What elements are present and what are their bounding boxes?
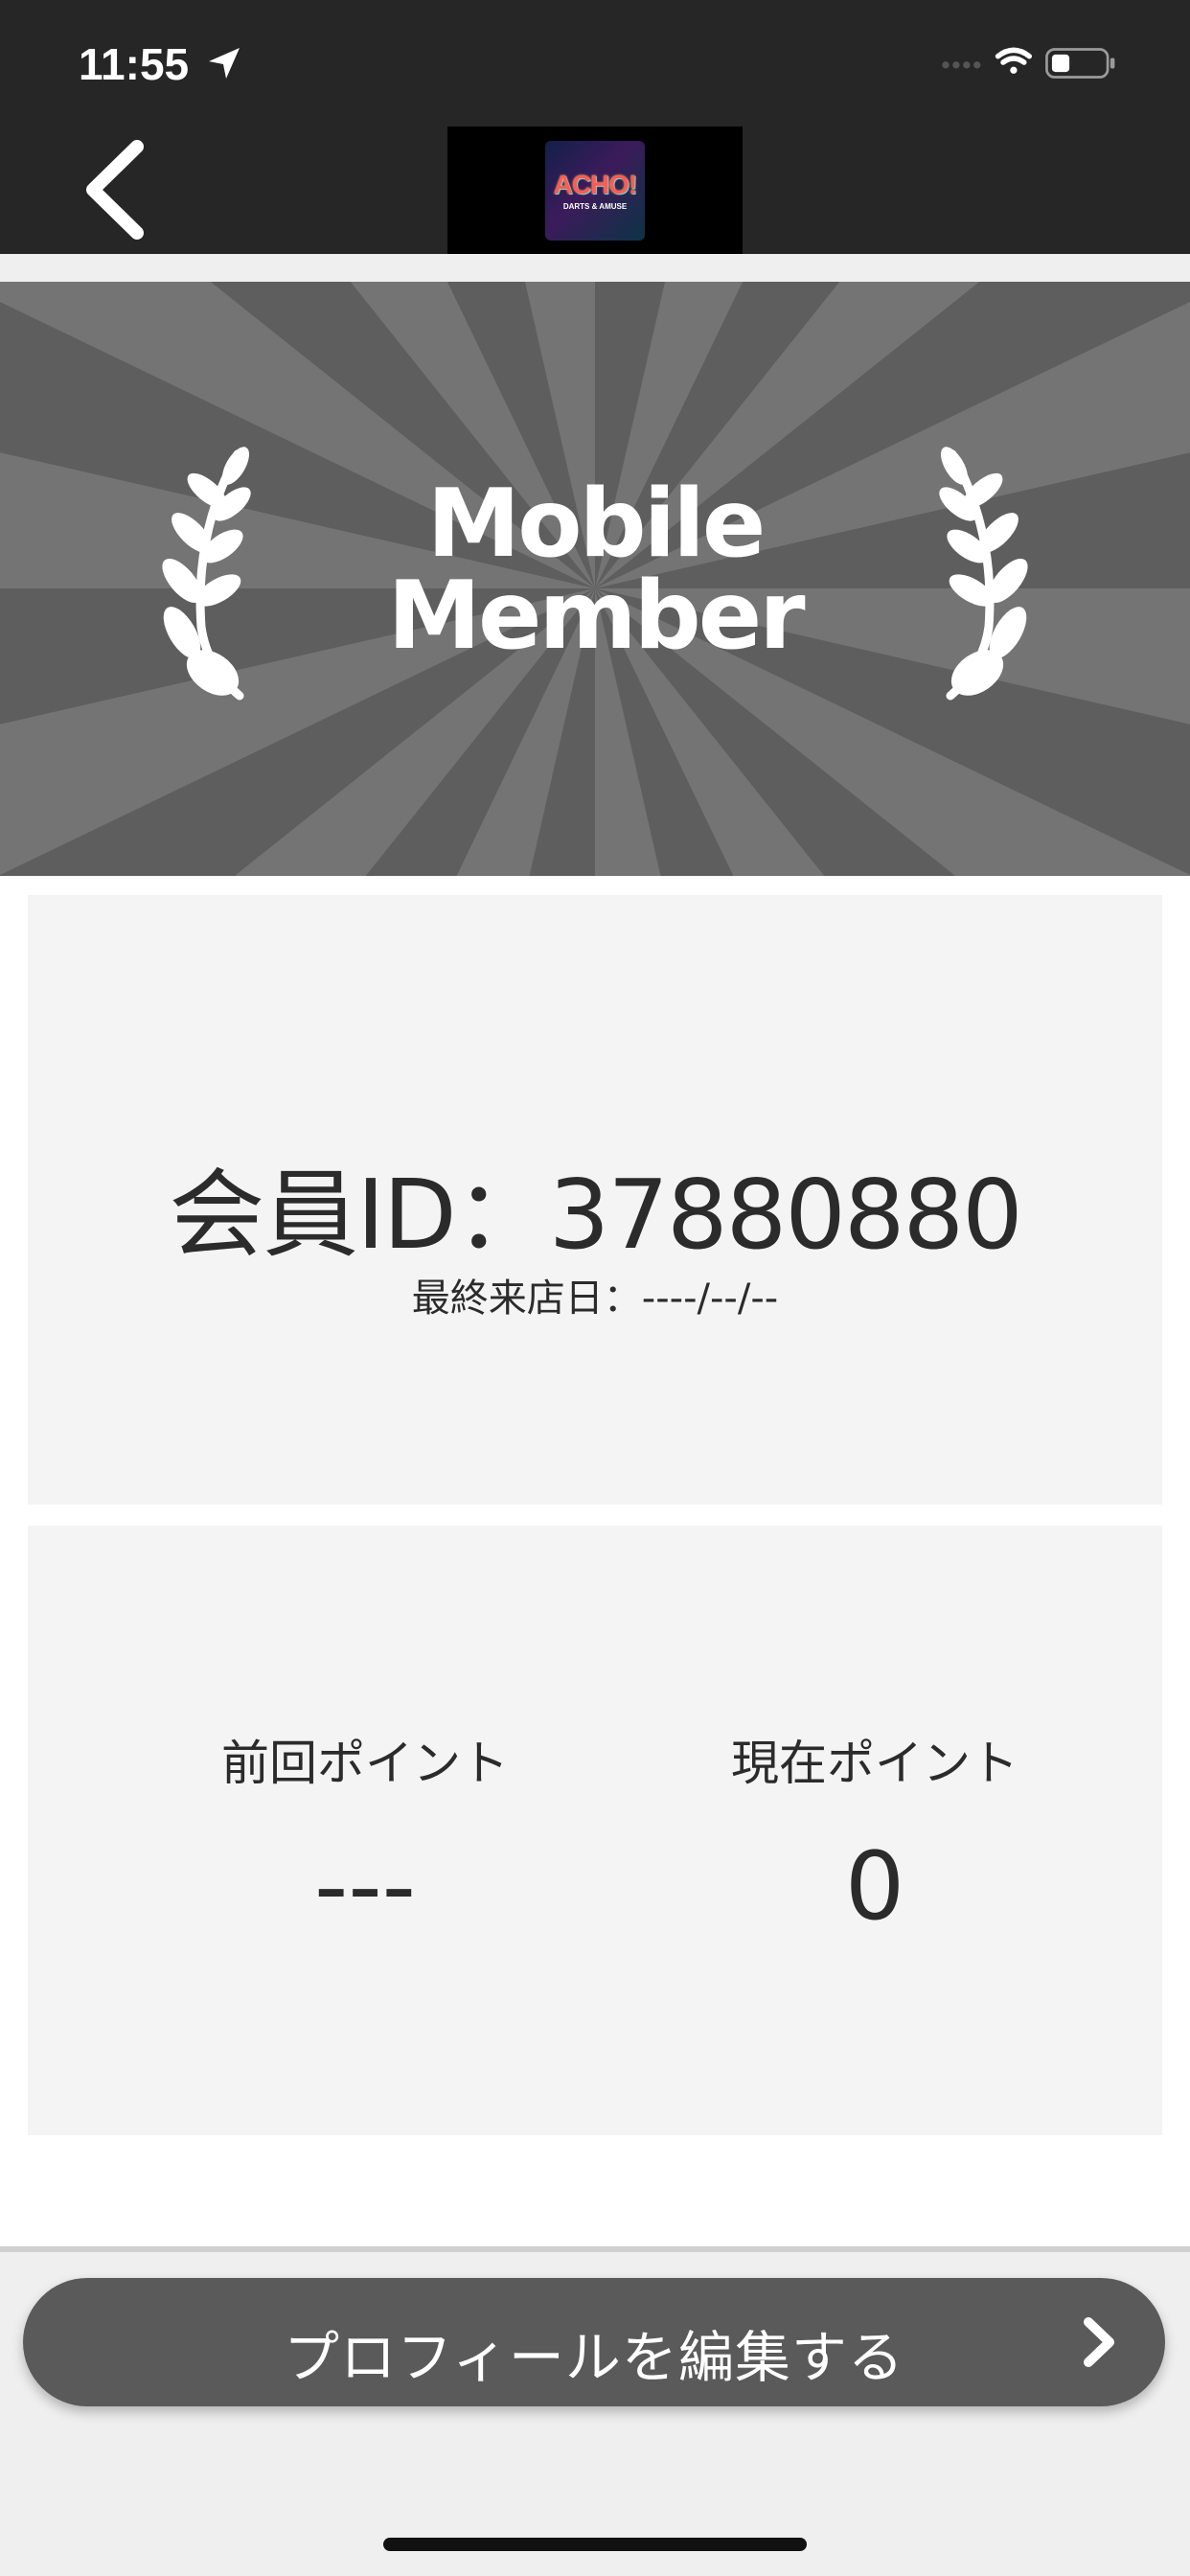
location-arrow-icon xyxy=(209,48,240,79)
battery-icon xyxy=(1045,48,1115,79)
member-id-card: 会員ID：37880880 最終来店日：----/--/-- xyxy=(28,895,1162,1505)
edit-profile-label: プロフィールを編集する xyxy=(284,2325,904,2390)
back-button[interactable] xyxy=(81,134,177,244)
member-info-area: 会員ID：37880880 最終来店日：----/--/-- 前回ポイント --… xyxy=(0,876,1190,2249)
member-banner: Mobile Member xyxy=(0,282,1190,876)
points-card: 前回ポイント --- 現在ポイント 0 xyxy=(28,1526,1162,2135)
previous-points: 前回ポイント --- xyxy=(164,1725,566,1942)
previous-points-value: --- xyxy=(313,1832,417,1942)
status-time: 11:55 xyxy=(79,39,190,89)
current-points-value: 0 xyxy=(844,1832,905,1942)
edit-profile-button[interactable]: プロフィールを編集する xyxy=(23,2278,1165,2406)
status-bar: 11:55 xyxy=(0,0,1190,125)
logo-subtitle: DARTS & AMUSE xyxy=(562,202,628,211)
current-points-label: 現在ポイント xyxy=(731,1736,1018,1791)
chevron-left-icon xyxy=(86,139,144,240)
divider xyxy=(0,2246,1190,2252)
previous-points-label: 前回ポイント xyxy=(221,1736,509,1791)
logo-badge: ACHO! DARTS & AMUSE xyxy=(545,140,645,241)
store-logo: ACHO! DARTS & AMUSE xyxy=(447,126,743,254)
wifi-icon xyxy=(995,47,1032,74)
cellular-signal-icon xyxy=(942,61,981,69)
banner-title: Mobile Member xyxy=(0,470,1190,671)
banner-title-line1: Mobile xyxy=(426,470,767,579)
home-indicator xyxy=(383,2538,807,2551)
navigation-bar: ACHO! DARTS & AMUSE xyxy=(0,125,1190,254)
banner-title-line2: Member xyxy=(387,562,805,671)
status-icons xyxy=(942,47,1115,79)
logo-text: ACHO! xyxy=(553,170,638,199)
chevron-right-icon xyxy=(1084,2317,1114,2367)
last-visit-date: 最終来店日：----/--/-- xyxy=(411,1276,779,1321)
member-id: 会員ID：37880880 xyxy=(169,1159,1022,1271)
current-points: 現在ポイント 0 xyxy=(674,1725,1076,1942)
